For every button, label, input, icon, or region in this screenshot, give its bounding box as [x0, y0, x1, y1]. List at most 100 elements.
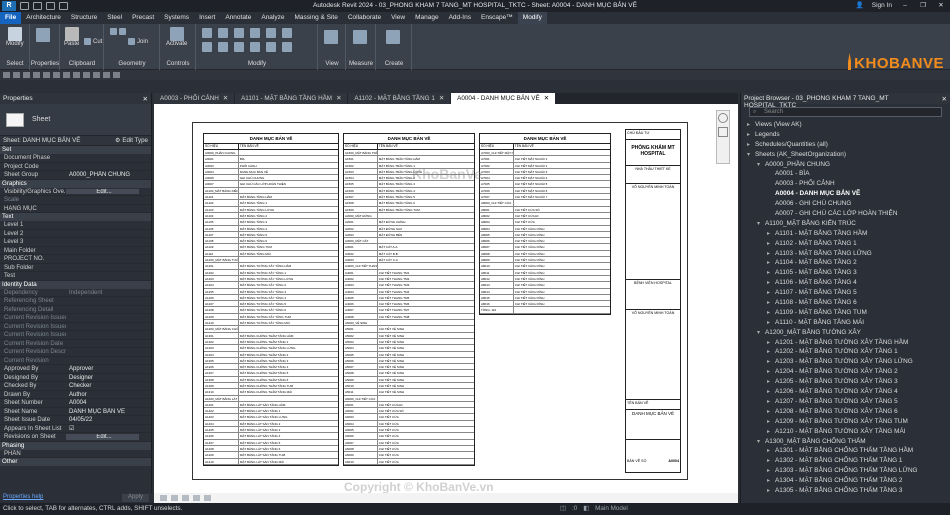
close-icon[interactable]: ✕: [942, 95, 947, 103]
menu-tab-architecture[interactable]: Architecture: [21, 12, 66, 24]
view-tab[interactable]: A1102 - MẶT BẰNG TẦNG 1 ✕: [348, 93, 451, 104]
property-value[interactable]: [66, 247, 151, 255]
ribbon-group-modify[interactable]: Modify: [196, 60, 318, 70]
menu-tab-view[interactable]: View: [386, 12, 410, 24]
move-icon[interactable]: [202, 42, 212, 52]
property-value[interactable]: [66, 264, 151, 272]
property-value[interactable]: [66, 221, 151, 229]
browser-item[interactable]: ▸ A1206 - MẶT BẰNG TƯỜNG XÂY TẦNG 4: [741, 387, 950, 397]
property-value[interactable]: [66, 340, 151, 348]
property-value[interactable]: [66, 238, 151, 246]
measure-icon[interactable]: [63, 72, 70, 78]
close-tab-icon[interactable]: ✕: [439, 93, 444, 104]
close-tab-icon[interactable]: ✕: [223, 93, 228, 104]
browser-item[interactable]: ▸ A1304 - MẶT BẰNG CHỐNG THẤM TẦNG 2: [741, 476, 950, 486]
lock-icon[interactable]: [282, 28, 292, 38]
menu-tab-systems[interactable]: Systems: [159, 12, 194, 24]
property-value[interactable]: A0000_PHẦN CHUNG: [66, 171, 151, 179]
browser-item[interactable]: ▸ Views (View AK): [741, 120, 950, 130]
property-value[interactable]: A0004: [66, 399, 151, 407]
menu-tab-file[interactable]: File: [0, 12, 22, 24]
ribbon-group-select[interactable]: Select: [0, 60, 30, 70]
browser-item[interactable]: ▸ A1101 - MẶT BẰNG TẦNG HẦM: [741, 229, 950, 239]
property-section[interactable]: Set: [0, 146, 151, 154]
property-value[interactable]: [66, 255, 151, 263]
instance-selector[interactable]: Sheet: DANH MỤC BẢN VẼ ⚙ Edit Type: [0, 136, 151, 146]
ribbon-group-create[interactable]: Create: [376, 60, 412, 70]
save-icon[interactable]: [33, 2, 42, 10]
property-value[interactable]: [66, 323, 151, 331]
browser-item[interactable]: ▸ A1209 - MẶT BẰNG TƯỜNG XÂY TẦNG TUM: [741, 417, 950, 427]
expand-chevron-icon[interactable]: ▾: [757, 161, 765, 171]
revit-logo-icon[interactable]: R: [2, 1, 16, 11]
property-value[interactable]: [66, 306, 151, 314]
property-value[interactable]: 04/05/22: [66, 416, 151, 424]
property-value[interactable]: [66, 196, 151, 204]
property-value[interactable]: [66, 297, 151, 305]
property-value[interactable]: [66, 230, 151, 238]
type-selector-preview[interactable]: Sheet: [0, 104, 151, 136]
menu-tab-manage[interactable]: Manage: [410, 12, 444, 24]
ribbon-group-properties[interactable]: Properties: [30, 60, 60, 70]
menu-tab-add-ins[interactable]: Add-Ins: [444, 12, 476, 24]
expand-chevron-icon[interactable]: ▾: [757, 438, 765, 448]
browser-item[interactable]: ▸ A1305 - MẶT BẰNG CHỐNG THẤM TẦNG 3: [741, 486, 950, 496]
browser-item[interactable]: ▸ A1109 - MẶT BẰNG TẦNG TUM: [741, 308, 950, 318]
join-button[interactable]: Join: [128, 38, 148, 45]
edit-type-button[interactable]: ⚙ Edit Type: [115, 137, 148, 144]
property-section[interactable]: Other: [0, 458, 151, 466]
visual-style-icon[interactable]: [182, 495, 189, 501]
browser-item[interactable]: ▸ A1302 - MẶT BẰNG CHỐNG THẤM TẦNG 1: [741, 456, 950, 466]
sign-in-link[interactable]: Sign In: [872, 2, 892, 9]
paste-button[interactable]: Paste: [64, 27, 79, 47]
browser-item[interactable]: A0003 - PHỐI CẢNH: [741, 179, 950, 189]
trim-icon[interactable]: [250, 42, 260, 52]
property-section[interactable]: Identity Data: [0, 280, 151, 289]
align-icon[interactable]: [202, 28, 212, 38]
detail-level-icon[interactable]: [171, 495, 178, 501]
active-model[interactable]: Main Model: [595, 503, 628, 515]
close-tab-icon[interactable]: ✕: [336, 93, 341, 104]
steering-wheel-icon[interactable]: [718, 113, 728, 123]
expand-chevron-icon[interactable]: ▾: [747, 151, 755, 161]
text-icon[interactable]: [73, 72, 80, 78]
copy-icon[interactable]: [218, 42, 228, 52]
save-icon[interactable]: [13, 72, 20, 78]
close-icon[interactable]: ✕: [143, 95, 148, 103]
design-option-icon[interactable]: ◧: [583, 503, 589, 515]
mirror-draw-icon[interactable]: [250, 28, 260, 38]
menu-tab-annotate[interactable]: Annotate: [220, 12, 256, 24]
menu-tab-enscape-[interactable]: Enscape™: [476, 12, 518, 24]
browser-item[interactable]: ▸ A1110 - MẶT BẰNG TẦNG MÁI: [741, 318, 950, 328]
split-icon[interactable]: [266, 28, 276, 38]
browser-item[interactable]: A0006 - GHI CHÚ CHUNG: [741, 199, 950, 209]
menu-tab-structure[interactable]: Structure: [66, 12, 102, 24]
view-tab[interactable]: A0004 - DANH MỤC BẢN VẼ ✕: [451, 93, 555, 104]
expand-chevron-icon[interactable]: ▸: [767, 487, 775, 497]
property-value[interactable]: [66, 357, 151, 365]
browser-item[interactable]: ▸ A1201 - MẶT BẰNG TƯỜNG XÂY TẦNG HẦM: [741, 338, 950, 348]
browser-item[interactable]: ▾ Sheets (AK_SheetOrganization): [741, 150, 950, 160]
browser-item[interactable]: ▸ A1105 - MẶT BẰNG TẦNG 3: [741, 268, 950, 278]
offset-icon[interactable]: [218, 28, 228, 38]
type-properties-button[interactable]: [36, 28, 50, 42]
browser-item[interactable]: ▸ A1205 - MẶT BẰNG TƯỜNG XÂY TẦNG 3: [741, 377, 950, 387]
edit-button[interactable]: Edit...: [66, 434, 139, 440]
3d-view-icon[interactable]: [83, 72, 90, 78]
workset-icon[interactable]: ◫: [560, 503, 566, 515]
property-value[interactable]: [66, 272, 151, 280]
property-value[interactable]: Independent: [66, 289, 151, 297]
drawing-canvas[interactable]: DANH MỤC BẢN VẼ SỐ HIỆU TÊN BẢN VẼ A0000_…: [154, 104, 738, 503]
browser-item[interactable]: A0007 - GHI CHÚ CÁC LỚP HOÀN THIỆN: [741, 209, 950, 219]
browser-search-input[interactable]: ⌕ Search: [749, 107, 942, 117]
property-value[interactable]: Designer: [66, 374, 151, 382]
browser-item[interactable]: A0004 - DANH MỤC BẢN VẼ: [741, 189, 950, 199]
property-value[interactable]: [66, 450, 151, 458]
menu-tab-modify[interactable]: Modify: [517, 12, 547, 24]
scale-icon[interactable]: [160, 495, 167, 501]
user-icon[interactable]: 👤: [856, 1, 864, 9]
delete-icon[interactable]: [282, 42, 292, 52]
close-icon[interactable]: ✕: [936, 1, 946, 9]
property-section[interactable]: Phasing: [0, 441, 151, 450]
ribbon-group-controls[interactable]: Controls: [160, 60, 196, 70]
